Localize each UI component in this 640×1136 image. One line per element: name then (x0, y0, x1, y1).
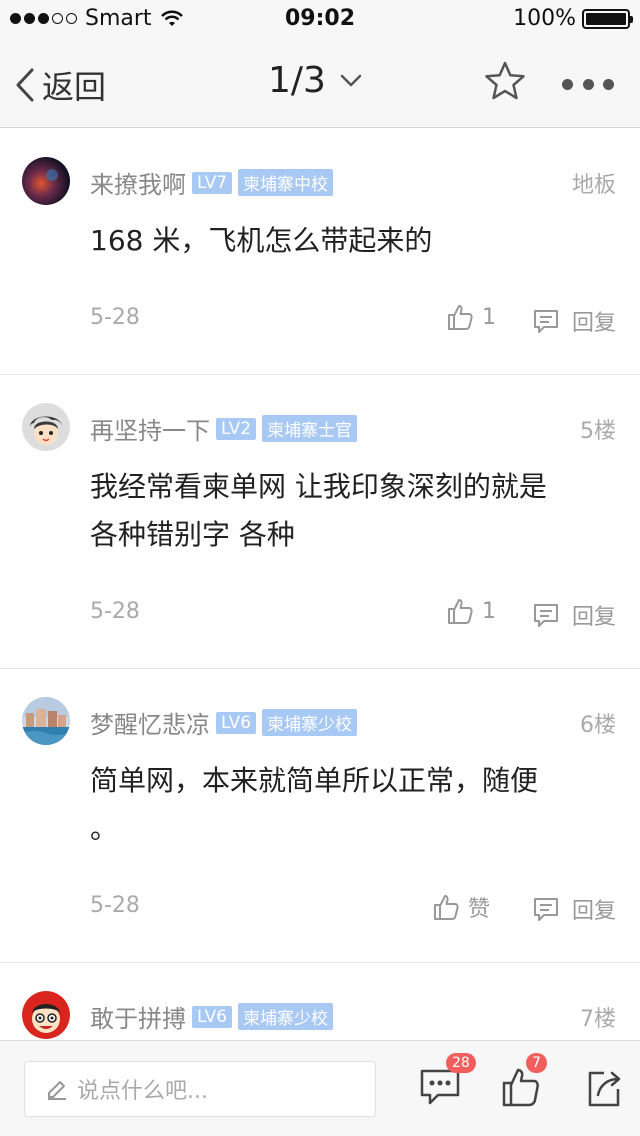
comment-text: 168 米，飞机怎么带起来的 (90, 217, 610, 265)
comment-bubble-icon (533, 310, 558, 333)
more-button[interactable] (562, 64, 614, 104)
comment-text: 我经常看柬单网 让我印象深刻的就是 各种错别字 各种 (90, 463, 610, 559)
like-count: 1 (482, 598, 496, 624)
reply-button[interactable]: 回复 (532, 599, 616, 631)
thumbs-up-icon (434, 895, 459, 920)
reply-label: 回复 (571, 311, 616, 336)
username[interactable]: 再坚持一下 (90, 411, 210, 446)
comments-badge: 28 (446, 1053, 476, 1073)
comments-button[interactable]: 28 (418, 1053, 476, 1113)
share-button[interactable] (584, 1065, 624, 1113)
chevron-down-icon (340, 74, 362, 86)
comment-header: 来撩我啊 LV7 柬埔寨中校 (90, 165, 334, 200)
like-button[interactable]: 赞 (432, 891, 490, 923)
rank-badge: 柬埔寨少校 (238, 1003, 334, 1030)
battery-percent: 100% (513, 6, 576, 31)
comment-input[interactable]: 说点什么吧... (24, 1061, 376, 1117)
reply-label: 回复 (571, 605, 616, 630)
like-button[interactable]: 1 (446, 303, 496, 331)
comment-item: 来撩我啊 LV7 柬埔寨中校 地板 168 米，飞机怎么带起来的 5-28 1 … (0, 129, 640, 375)
comment-date: 5-28 (90, 893, 140, 918)
thumbs-up-icon (448, 305, 473, 330)
like-label: 赞 (468, 897, 491, 922)
level-badge: LV2 (216, 417, 257, 440)
back-button[interactable]: 返回 (14, 62, 106, 108)
back-label: 返回 (42, 68, 107, 106)
comment-text-line: 我经常看柬单网 让我印象深刻的就是 (90, 470, 547, 503)
star-icon (485, 61, 525, 100)
comment-header: 敢于拼搏 LV6 柬埔寨少校 (90, 999, 334, 1034)
floor-label: 7楼 (580, 1007, 616, 1032)
level-badge: LV6 (192, 1005, 233, 1028)
username[interactable]: 敢于拼搏 (90, 999, 186, 1034)
comment-text-line: 。 (90, 812, 119, 845)
avatar[interactable] (22, 157, 70, 205)
chevron-left-icon (16, 68, 34, 102)
status-right: 100% (513, 6, 633, 31)
comment-date: 5-28 (90, 599, 140, 624)
comment-list: 来撩我啊 LV7 柬埔寨中校 地板 168 米，飞机怎么带起来的 5-28 1 … (0, 129, 640, 1123)
level-badge: LV7 (192, 171, 233, 194)
share-icon (588, 1071, 621, 1107)
thumbs-up-icon (448, 599, 473, 624)
comment-header: 再坚持一下 LV2 柬埔寨士官 (90, 411, 358, 446)
reply-label: 回复 (571, 899, 616, 924)
username[interactable]: 梦醒忆悲凉 (90, 705, 210, 740)
floor-label: 地板 (571, 173, 616, 198)
nav-bar: 返回 1/3 (0, 40, 640, 128)
likes-badge: 7 (526, 1053, 547, 1073)
username[interactable]: 来撩我啊 (90, 165, 186, 200)
comment-header: 梦醒忆悲凉 LV6 柬埔寨少校 (90, 705, 358, 740)
comment-item: 梦醒忆悲凉 LV6 柬埔寨少校 6楼 简单网，本来就简单所以正常，随便 。 5-… (0, 669, 640, 963)
comment-text: 简单网，本来就简单所以正常，随便 。 (90, 757, 610, 853)
comment-bubble-icon (533, 604, 558, 627)
rank-badge: 柬埔寨少校 (262, 709, 358, 736)
reply-button[interactable]: 回复 (532, 893, 616, 925)
comment-input-placeholder: 说点什么吧... (77, 1079, 208, 1104)
comment-text-line: 简单网，本来就简单所以正常，随便 (90, 764, 539, 797)
comment-bubble-icon (533, 898, 558, 921)
battery-icon (582, 8, 633, 29)
more-dot-icon (562, 78, 573, 90)
like-button[interactable]: 1 (446, 597, 496, 625)
comment-text-line: 各种错别字 各种 (90, 518, 295, 551)
reply-button[interactable]: 回复 (532, 305, 616, 337)
comment-item: 再坚持一下 LV2 柬埔寨士官 5楼 我经常看柬单网 让我印象深刻的就是 各种错… (0, 375, 640, 669)
avatar[interactable] (22, 697, 70, 745)
rank-badge: 柬埔寨中校 (238, 169, 334, 196)
page-selector[interactable]: 1/3 (268, 60, 362, 101)
like-count: 1 (482, 304, 496, 330)
favorite-button[interactable] (484, 60, 526, 106)
level-badge: LV6 (216, 711, 257, 734)
pencil-icon (48, 1081, 66, 1100)
more-dot-icon (603, 78, 614, 90)
floor-label: 6楼 (580, 713, 616, 738)
comment-text-line: 168 米，飞机怎么带起来的 (90, 224, 433, 257)
status-bar: Smart 09:02 100% (0, 0, 640, 40)
comment-date: 5-28 (90, 305, 140, 330)
page-indicator: 1/3 (268, 60, 326, 101)
rank-badge: 柬埔寨士官 (262, 415, 358, 442)
avatar[interactable] (22, 991, 70, 1039)
more-dot-icon (582, 78, 594, 90)
bottom-toolbar: 说点什么吧... 28 7 (0, 1040, 640, 1136)
like-post-button[interactable]: 7 (500, 1053, 547, 1113)
floor-label: 5楼 (580, 419, 616, 444)
avatar[interactable] (22, 403, 70, 451)
